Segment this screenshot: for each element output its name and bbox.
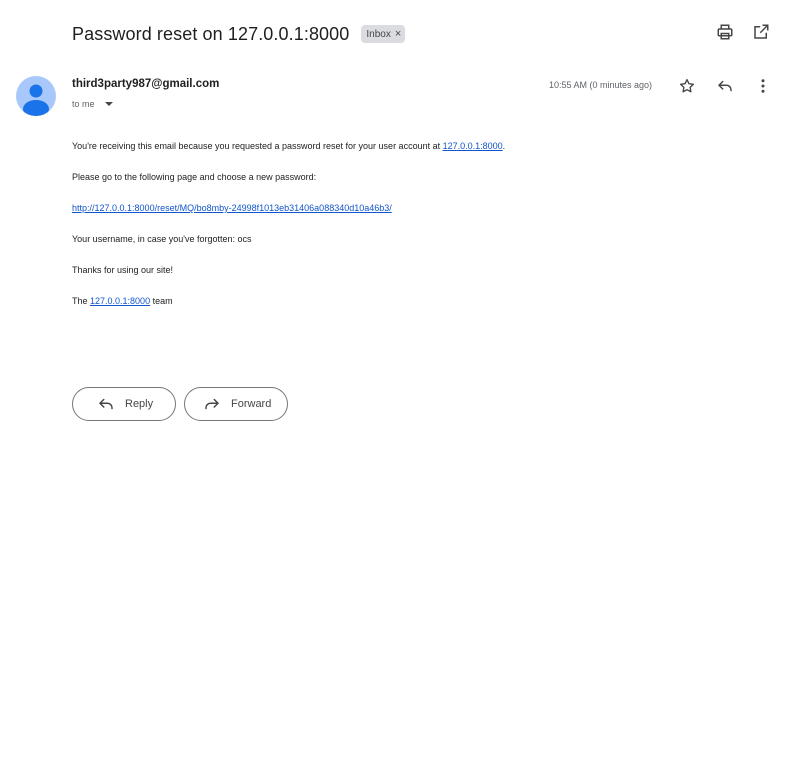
intro-end: . xyxy=(502,141,506,151)
sender-email[interactable]: third3party987@gmail.com xyxy=(72,78,219,90)
forward-icon xyxy=(205,398,219,410)
open-in-new-window-icon[interactable] xyxy=(751,22,771,42)
email-subject: Password reset on 127.0.0.1:8000 xyxy=(72,23,350,44)
reply-button-label: Reply xyxy=(125,398,154,410)
avatar-person-icon xyxy=(23,84,49,116)
sender-avatar[interactable] xyxy=(16,76,56,116)
reply-button[interactable]: Reply xyxy=(72,387,176,421)
forward-button[interactable]: Forward xyxy=(184,387,288,421)
star-icon[interactable] xyxy=(677,76,697,96)
body-line-thanks: Thanks for using our site! xyxy=(72,265,174,275)
forward-button-label: Forward xyxy=(231,398,272,410)
print-icon[interactable] xyxy=(715,22,735,42)
inbox-label-text: Inbox xyxy=(366,28,391,40)
reply-icon[interactable] xyxy=(715,76,735,96)
signature-site-link[interactable]: 127.0.0.1:8000 xyxy=(90,296,150,306)
intro-text: You're receiving this email because you … xyxy=(72,141,443,151)
chevron-down-icon[interactable] xyxy=(104,102,113,106)
thread-toolbar xyxy=(715,22,771,42)
remove-label-button[interactable]: × xyxy=(395,28,401,40)
body-line-intro: You're receiving this email because you … xyxy=(72,141,505,152)
signature-post: team xyxy=(150,296,173,306)
subject-row: Password reset on 127.0.0.1:8000 Inbox × xyxy=(72,20,406,48)
site-link[interactable]: 127.0.0.1:8000 xyxy=(443,141,503,151)
message-timestamp: 10:55 AM (0 minutes ago) xyxy=(548,80,652,90)
reply-forward-actions: Reply Forward xyxy=(72,387,288,421)
body-line-reset-link: http://127.0.0.1:8000/reset/MQ/bo8mby-24… xyxy=(72,203,505,214)
more-vertical-icon[interactable] xyxy=(753,76,773,96)
recipient-summary[interactable]: to me xyxy=(72,99,113,109)
message-body: You're receiving this email because you … xyxy=(72,141,505,327)
body-line-instruction: Please go to the following page and choo… xyxy=(72,172,317,182)
message-actions xyxy=(677,76,773,96)
body-line-signature: The 127.0.0.1:8000 team xyxy=(72,296,505,307)
signature-pre: The xyxy=(72,296,91,306)
body-line-username: Your username, in case you've forgotten:… xyxy=(72,234,252,244)
inbox-label-chip[interactable]: Inbox × xyxy=(361,25,406,43)
reply-icon xyxy=(99,398,113,410)
recipient-label: to me xyxy=(72,99,95,109)
password-reset-link[interactable]: http://127.0.0.1:8000/reset/MQ/bo8mby-24… xyxy=(72,203,392,213)
